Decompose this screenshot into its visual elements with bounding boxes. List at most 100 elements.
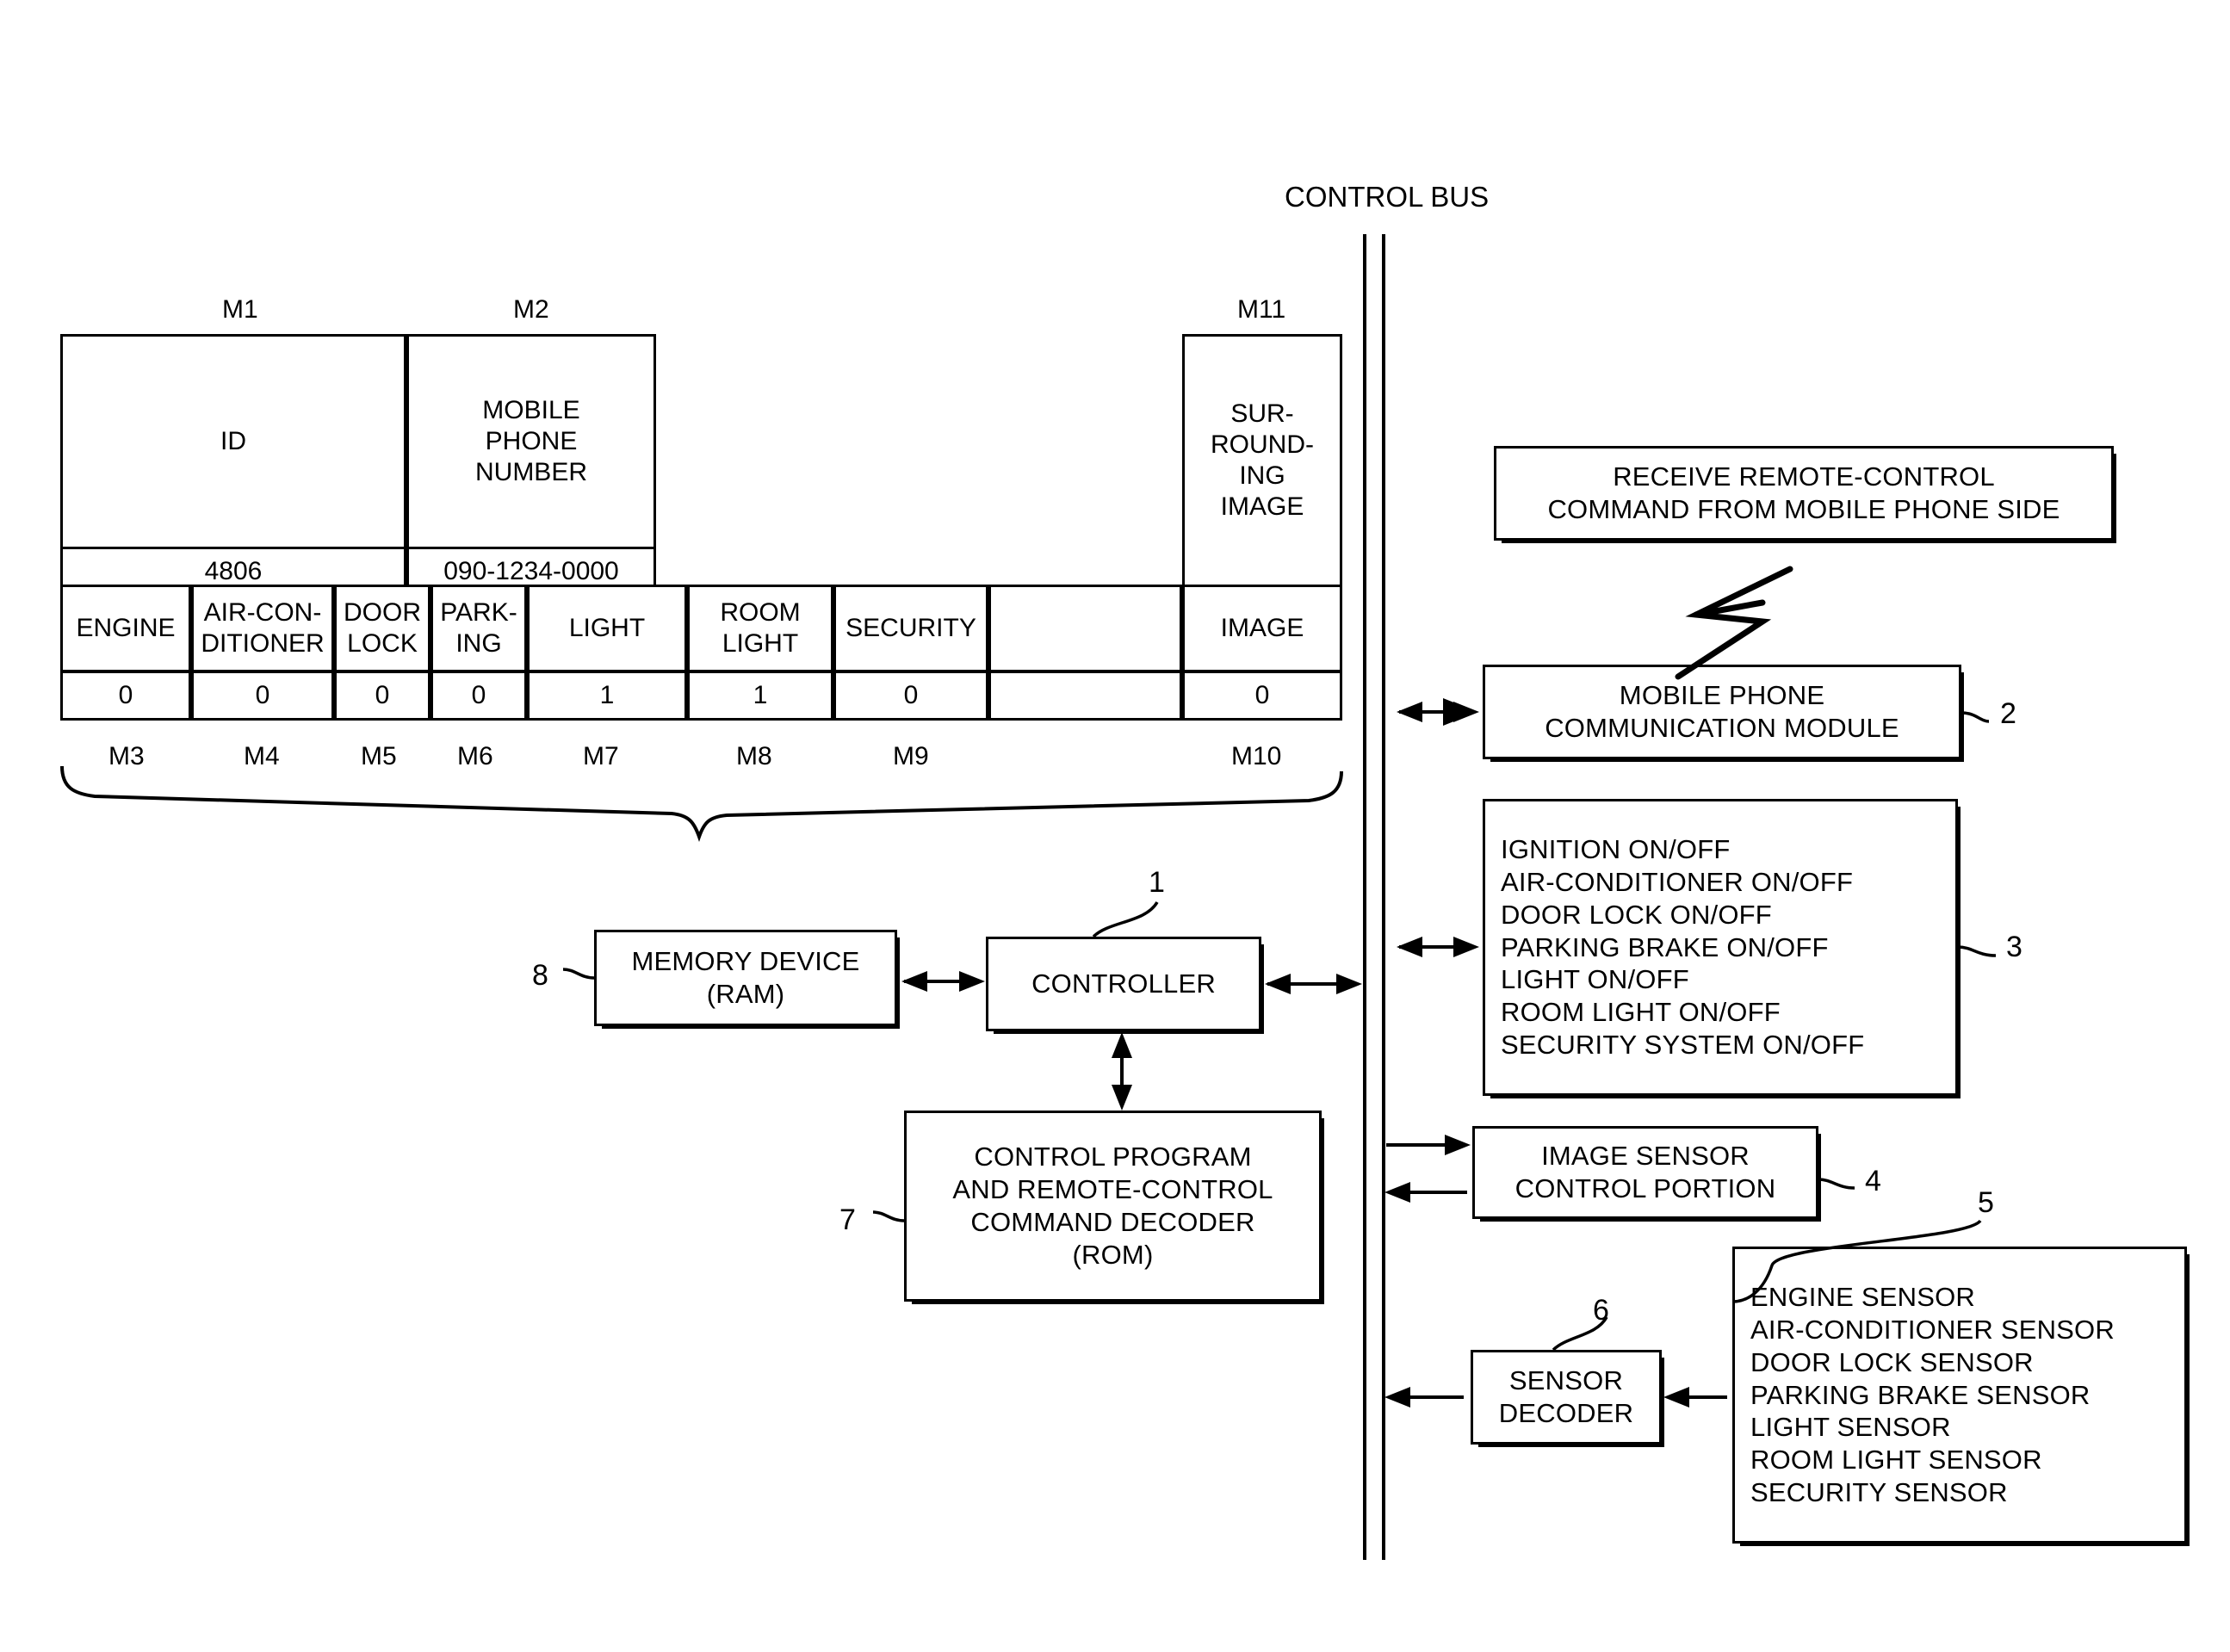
table-status-header-security: SECURITY	[833, 585, 988, 672]
leader-line-4	[1818, 1178, 1855, 1190]
control-program-label: CONTROL PROGRAM AND REMOTE-CONTROL COMMA…	[952, 1142, 1273, 1270]
control-bus-line-left	[1363, 234, 1366, 1560]
curly-brace-icon	[60, 765, 1343, 843]
table-status-header-air-conditioner-text: AIR-CON- DITIONER	[201, 598, 325, 658]
lightning-bolt-icon	[1675, 566, 1793, 680]
table-bottom-tag-m3: M3	[108, 742, 145, 770]
table-status-value-image-text: 0	[1254, 681, 1270, 709]
table-status-value-spacer	[988, 671, 1182, 721]
ref-number-1: 1	[1149, 866, 1165, 899]
table-status-value-door-lock: 0	[334, 671, 431, 721]
arrow-sensor-list-to-decoder	[1663, 1387, 1727, 1408]
table-bottom-tag-m8: M8	[736, 742, 772, 770]
image-sensor-box: IMAGE SENSOR CONTROL PORTION	[1472, 1126, 1818, 1219]
ref-number-3: 3	[2006, 931, 2022, 963]
control-bus-line-right	[1382, 234, 1385, 1560]
table-status-header-security-text: SECURITY	[846, 614, 976, 642]
arrow-memory-to-controller	[901, 971, 985, 992]
mobile-module-box: MOBILE PHONE COMMUNICATION MODULE	[1483, 665, 1961, 759]
table-status-value-room-light-text: 1	[753, 681, 768, 709]
table-status-value-security: 0	[833, 671, 988, 721]
table-status-header-engine: ENGINE	[60, 585, 191, 672]
table-status-value-parking: 0	[431, 671, 527, 721]
controller-label: CONTROLLER	[1031, 968, 1216, 999]
table-status-value-light-text: 1	[599, 681, 615, 709]
table-status-header-door-lock-text: DOOR LOCK	[344, 598, 421, 658]
arrow-bus-to-onoff-list	[1397, 937, 1479, 957]
table-group-tag-m2: M2	[513, 295, 549, 324]
table-bottom-tag-m10: M10	[1231, 742, 1282, 770]
table-bottom-tag-m7: M7	[583, 742, 619, 770]
onoff-list-box: IGNITION ON/OFF AIR-CONDITIONER ON/OFF D…	[1483, 799, 1958, 1096]
receive-command-label: RECEIVE REMOTE-CONTROL COMMAND FROM MOBI…	[1547, 461, 2060, 524]
arrow-controller-to-bus	[1265, 974, 1362, 994]
table-status-value-parking-text: 0	[471, 681, 486, 709]
leader-line-8	[562, 968, 595, 980]
ref-number-5: 5	[1978, 1186, 1994, 1219]
ref-number-8: 8	[532, 959, 548, 992]
ref-number-2: 2	[2000, 697, 2016, 730]
control-program-box: CONTROL PROGRAM AND REMOTE-CONTROL COMMA…	[904, 1111, 1322, 1302]
control-bus-label: CONTROL BUS	[1285, 181, 1490, 213]
arrow-image-sensor-to-bus	[1384, 1182, 1467, 1203]
table-bottom-tag-m5: M5	[361, 742, 397, 770]
table-header-id-text: ID	[220, 427, 246, 455]
sensor-decoder-box: SENSOR DECODER	[1471, 1350, 1662, 1445]
table-status-header-parking: PARK- ING	[431, 585, 527, 672]
sensor-list-label: ENGINE SENSOR AIR-CONDITIONER SENSOR DOO…	[1750, 1282, 2115, 1508]
memory-device-box: MEMORY DEVICE (RAM)	[594, 930, 897, 1026]
image-sensor-label: IMAGE SENSOR CONTROL PORTION	[1515, 1141, 1776, 1203]
sensor-decoder-label: SENSOR DECODER	[1498, 1365, 1634, 1428]
ref-number-7: 7	[839, 1203, 856, 1236]
mobile-module-label: MOBILE PHONE COMMUNICATION MODULE	[1545, 680, 1899, 743]
table-header-phone: MOBILE PHONE NUMBER	[406, 334, 656, 549]
table-bottom-tag-m9: M9	[893, 742, 929, 770]
table-status-header-room-light-text: ROOM LIGHT	[720, 598, 801, 658]
arrow-controller-to-control-program	[1112, 1032, 1132, 1111]
table-status-value-light: 1	[527, 671, 687, 721]
table-bottom-tag-m4: M4	[244, 742, 280, 770]
table-status-header-door-lock: DOOR LOCK	[334, 585, 431, 672]
table-status-value-engine-text: 0	[118, 681, 133, 709]
arrow-sensor-decoder-to-bus	[1384, 1387, 1464, 1408]
table-header-surrounding-image: SUR- ROUND- ING IMAGE	[1182, 334, 1342, 587]
table-status-header-air-conditioner: AIR-CON- DITIONER	[191, 585, 334, 672]
table-value-phone-text: 090-1234-0000	[443, 557, 619, 585]
table-status-value-room-light: 1	[687, 671, 833, 721]
table-status-value-security-text: 0	[903, 681, 919, 709]
onoff-list-label: IGNITION ON/OFF AIR-CONDITIONER ON/OFF D…	[1501, 834, 1865, 1061]
leader-line-2	[1961, 711, 1990, 723]
table-header-id: ID	[60, 334, 406, 549]
table-bottom-tag-m6: M6	[457, 742, 493, 770]
table-status-header-parking-text: PARK- ING	[440, 598, 517, 658]
table-status-header-image-text: IMAGE	[1220, 614, 1304, 642]
table-status-header-spacer	[988, 585, 1182, 672]
ref-number-6: 6	[1593, 1294, 1609, 1327]
table-status-value-door-lock-text: 0	[375, 681, 390, 709]
table-status-value-engine: 0	[60, 671, 191, 721]
table-status-value-air-conditioner: 0	[191, 671, 334, 721]
sensor-list-box: ENGINE SENSOR AIR-CONDITIONER SENSOR DOO…	[1732, 1247, 2187, 1544]
leader-line-3	[1957, 945, 1997, 957]
controller-box: CONTROLLER	[986, 937, 1261, 1031]
table-group-tag-m11: M11	[1237, 295, 1286, 324]
table-group-tag-m1: M1	[222, 295, 258, 324]
table-status-header-light-text: LIGHT	[568, 614, 646, 642]
table-status-header-image: IMAGE	[1182, 585, 1342, 672]
table-header-surrounding-image-text: SUR- ROUND- ING IMAGE	[1211, 399, 1314, 521]
leader-line-1	[1092, 901, 1159, 938]
patent-figure-canvas: CONTROL BUS M1 M2 M11 ID MOBILE PHONE NU…	[0, 0, 2230, 1652]
table-value-id-text: 4806	[204, 557, 263, 585]
table-status-header-room-light: ROOM LIGHT	[687, 585, 833, 672]
table-status-value-air-conditioner-text: 0	[255, 681, 270, 709]
leader-line-7	[872, 1210, 905, 1222]
arrow-bus-to-image-sensor	[1386, 1135, 1471, 1155]
memory-device-label: MEMORY DEVICE (RAM)	[631, 946, 860, 1009]
receive-command-box: RECEIVE REMOTE-CONTROL COMMAND FROM MOBI…	[1494, 446, 2114, 541]
table-status-value-image: 0	[1182, 671, 1342, 721]
table-header-phone-text: MOBILE PHONE NUMBER	[474, 396, 587, 486]
ref-number-4: 4	[1865, 1165, 1881, 1197]
table-status-header-light: LIGHT	[527, 585, 687, 672]
table-status-header-engine-text: ENGINE	[76, 614, 176, 642]
arrow-bus-to-mobile-module	[1397, 698, 1479, 726]
